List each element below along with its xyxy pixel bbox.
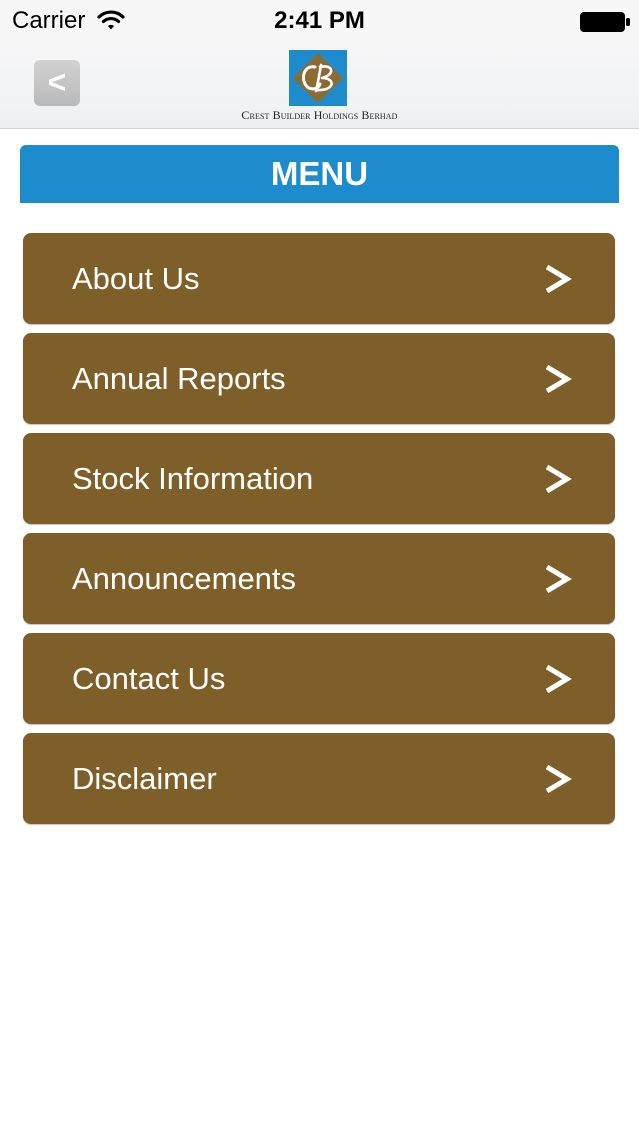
chevron-right-icon — [545, 664, 572, 694]
navigation-bar: < Crest Builder Holdings Berhad — [0, 42, 639, 129]
chevron-right-icon — [545, 464, 572, 494]
menu-item-label: Annual Reports — [72, 361, 286, 396]
menu-item-about-us[interactable]: About Us — [23, 233, 615, 324]
chevron-right-icon — [545, 364, 572, 394]
menu-item-contact-us[interactable]: Contact Us — [23, 633, 615, 724]
menu-title: MENU — [20, 145, 619, 203]
clock: 2:41 PM — [274, 7, 365, 34]
menu-item-stock-information[interactable]: Stock Information — [23, 433, 615, 524]
menu-list: About Us Annual Reports Stock Informatio… — [23, 233, 615, 833]
menu-item-announcements[interactable]: Announcements — [23, 533, 615, 624]
menu-item-annual-reports[interactable]: Annual Reports — [23, 333, 615, 424]
cb-logo-icon — [289, 50, 347, 106]
menu-item-label: Disclaimer — [72, 761, 217, 796]
chevron-right-icon — [545, 564, 572, 594]
menu-item-label: Stock Information — [72, 461, 314, 496]
back-button[interactable]: < — [34, 60, 80, 106]
chevron-right-icon — [545, 764, 572, 794]
battery-icon — [580, 12, 630, 32]
menu-item-label: Announcements — [72, 561, 297, 596]
chevron-right-icon — [545, 264, 572, 294]
menu-item-label: Contact Us — [72, 661, 226, 696]
company-name: Crest Builder Holdings Berhad — [241, 108, 398, 122]
menu-item-disclaimer[interactable]: Disclaimer — [23, 733, 615, 824]
status-bar: Carrier 2:41 PM — [0, 0, 639, 42]
menu-item-label: About Us — [72, 261, 200, 296]
